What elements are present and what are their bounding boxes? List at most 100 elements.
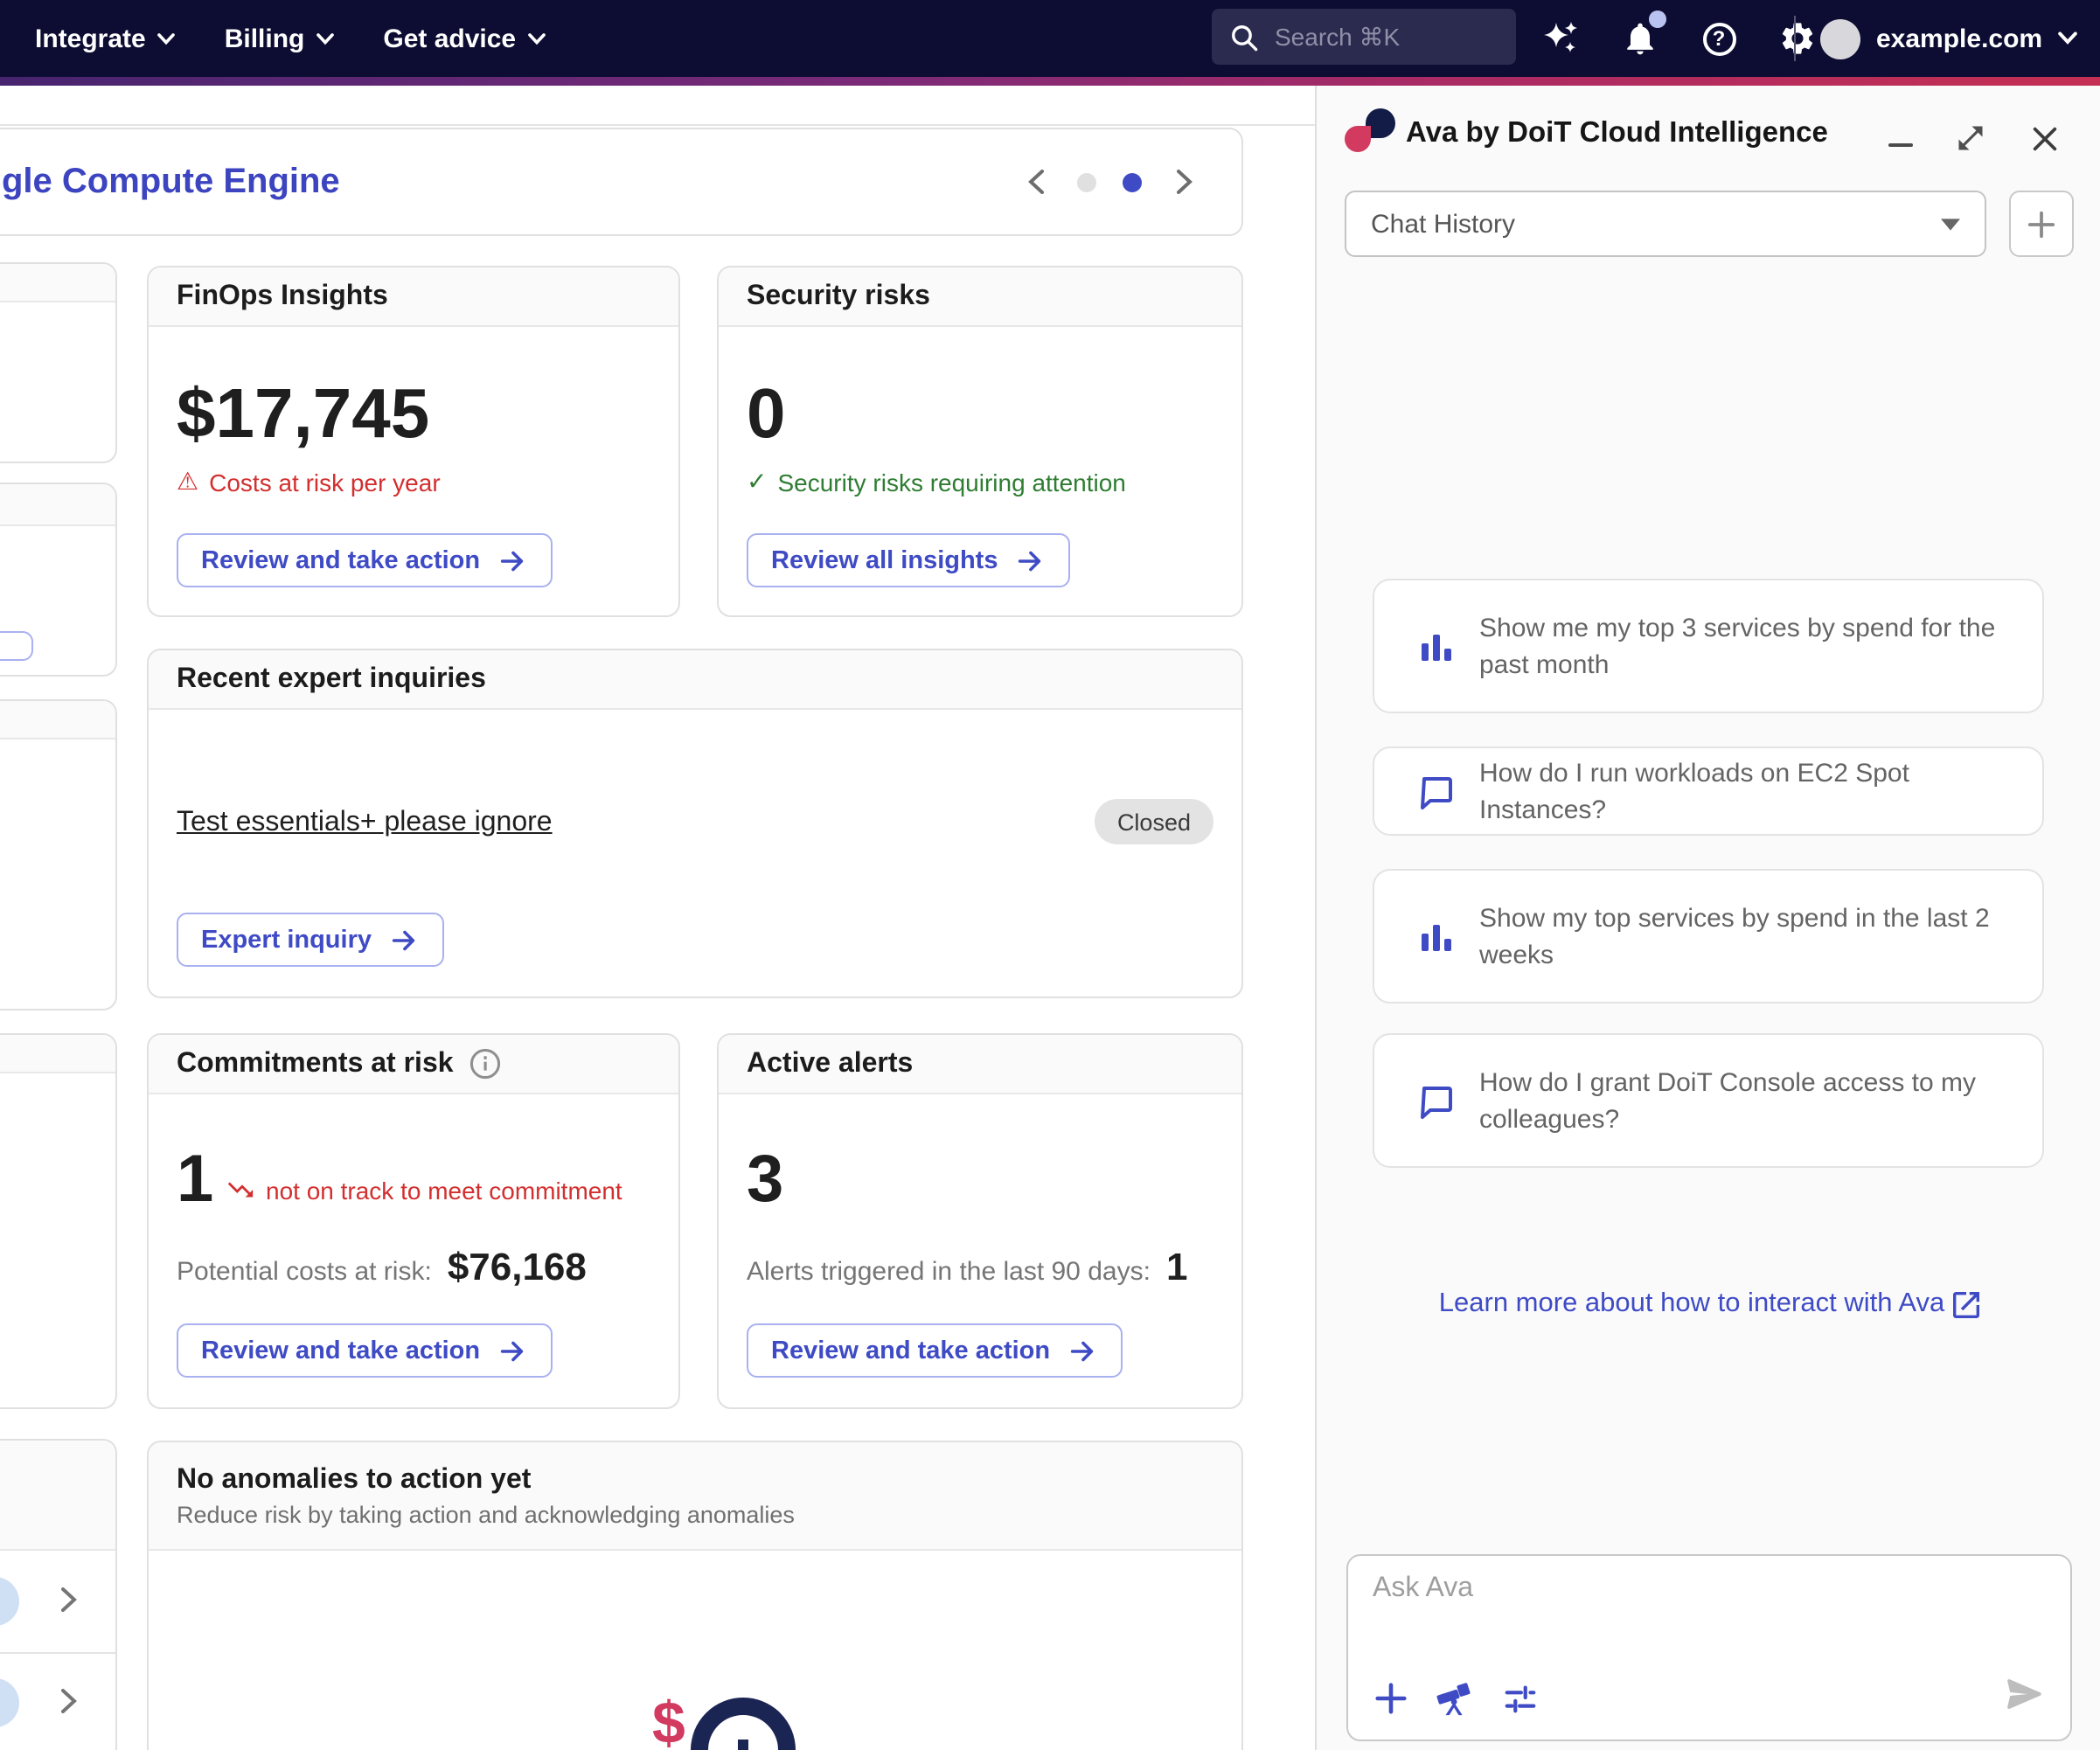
chevron-right-icon[interactable] xyxy=(61,1689,77,1722)
doit-logo-icon xyxy=(1345,126,1371,152)
check-icon: ✓ xyxy=(747,467,767,497)
alerts-value: 3 xyxy=(747,1147,783,1213)
carousel-dot[interactable] xyxy=(1077,172,1096,191)
list-item[interactable] xyxy=(0,1652,115,1750)
account-label: example.com xyxy=(1876,24,2042,53)
question-glyph: ? xyxy=(1713,26,1726,51)
nav-icon-group: ? xyxy=(1539,0,1820,77)
doit-console: Integrate Billing Get advice xyxy=(0,0,2100,1750)
explore-button[interactable] xyxy=(1434,1677,1476,1719)
learn-more-link[interactable]: Learn more about how to interact with Av… xyxy=(1439,1288,1979,1320)
commitments-review-button[interactable]: Review and take action xyxy=(177,1323,552,1378)
security-review-button[interactable]: Review all insights xyxy=(747,533,1070,587)
potential-costs-value: $76,168 xyxy=(448,1245,587,1290)
list-item[interactable] xyxy=(0,1551,115,1652)
dollar-glyph: $ xyxy=(652,1691,685,1750)
carousel-controls xyxy=(1019,129,1200,234)
gear-icon xyxy=(1778,19,1817,58)
suggestion-card[interactable]: Show my top services by spend in the las… xyxy=(1373,869,2044,1003)
carousel-dot-active[interactable] xyxy=(1123,172,1142,191)
close-button[interactable] xyxy=(2023,117,2065,159)
bar-chart-icon xyxy=(1416,627,1455,665)
nav-item-integrate[interactable]: Integrate xyxy=(35,24,176,53)
notifications-button[interactable] xyxy=(1617,16,1663,61)
carousel-next-button[interactable] xyxy=(1168,161,1200,203)
suggestion-card[interactable]: How do I grant DoiT Console access to my… xyxy=(1373,1033,2044,1168)
help-button[interactable]: ? xyxy=(1696,16,1742,61)
active-alerts-card: Active alerts 3 Alerts triggered in the … xyxy=(717,1033,1243,1409)
sparkles-icon xyxy=(1540,17,1582,59)
status-badge: Closed xyxy=(1095,799,1213,844)
suggestion-text: Show me my top 3 services by spend for t… xyxy=(1479,609,2011,683)
anomalies-title: No anomalies to action yet xyxy=(177,1464,531,1496)
nav-item-get-advice[interactable]: Get advice xyxy=(383,24,546,53)
inquiry-link[interactable]: Test essentials+ please ignore xyxy=(177,808,553,839)
search-icon xyxy=(1229,22,1259,52)
account-button[interactable]: example.com xyxy=(1820,0,2077,77)
alerts-review-button[interactable]: Review and take action xyxy=(747,1323,1122,1378)
suggestion-text: How do I run workloads on EC2 Spot Insta… xyxy=(1479,754,2011,828)
page-header-divider xyxy=(0,124,1315,126)
search-input[interactable] xyxy=(1275,23,1488,51)
nav-item-label: Get advice xyxy=(383,24,516,53)
settings-button[interactable] xyxy=(1775,16,1820,61)
chat-history-select[interactable]: Chat History xyxy=(1345,191,1986,257)
commitments-card: Commitments at risk 1 not on track to me… xyxy=(147,1033,680,1409)
suggestion-card[interactable]: How do I run workloads on EC2 Spot Insta… xyxy=(1373,747,2044,836)
minimize-button[interactable] xyxy=(1880,117,1922,159)
card-title-row: Commitments at risk xyxy=(149,1035,678,1094)
cutoff-card-header xyxy=(0,1035,115,1073)
potential-costs-row: Potential costs at risk: $76,168 xyxy=(177,1245,587,1290)
chevron-right-icon[interactable] xyxy=(61,1587,77,1621)
chat-bubble-icon xyxy=(1416,772,1455,810)
alerts-count-value: 1 xyxy=(1166,1245,1188,1290)
cutoff-card-1 xyxy=(0,262,117,463)
close-icon xyxy=(2029,123,2059,153)
chat-bubble-icon xyxy=(1416,1081,1455,1120)
learn-more-row: Learn more about how to interact with Av… xyxy=(1317,1288,2100,1320)
page-title-link[interactable]: gle Compute Engine xyxy=(2,129,340,234)
finops-review-button[interactable]: Review and take action xyxy=(177,533,552,587)
section-heading-card: gle Compute Engine xyxy=(0,128,1243,236)
card-title: Active alerts xyxy=(719,1035,1241,1094)
telescope-icon xyxy=(1435,1677,1475,1718)
info-icon[interactable] xyxy=(469,1047,503,1080)
cutoff-button[interactable] xyxy=(0,631,33,661)
ai-sparkles-button[interactable] xyxy=(1539,16,1584,61)
commitments-value: 1 xyxy=(177,1147,213,1213)
send-button[interactable] xyxy=(2004,1673,2046,1715)
nav-item-billing[interactable]: Billing xyxy=(225,24,335,53)
finops-caption: ⚠ Costs at risk per year xyxy=(177,467,441,497)
suggestion-card[interactable]: Show me my top 3 services by spend for t… xyxy=(1373,579,2044,713)
finops-value: $17,745 xyxy=(177,379,429,449)
anomalies-card: No anomalies to action yet Reduce risk b… xyxy=(147,1441,1243,1750)
trend-down-icon xyxy=(226,1175,255,1205)
ava-panel: Ava by DoiT Cloud Intelligence Chat Hist… xyxy=(1315,86,2100,1750)
notification-badge xyxy=(1649,10,1666,28)
security-caption: ✓ Security risks requiring attention xyxy=(747,467,1126,497)
attach-plus-button[interactable] xyxy=(1369,1677,1411,1719)
ask-ava-input[interactable] xyxy=(1373,1573,2046,1605)
expert-inquiry-button[interactable]: Expert inquiry xyxy=(177,913,443,967)
suggestion-text: Show my top services by spend in the las… xyxy=(1479,899,2011,973)
carousel-prev-button[interactable] xyxy=(1019,161,1051,203)
ava-panel-title: Ava by DoiT Cloud Intelligence xyxy=(1406,117,1828,150)
search-box[interactable] xyxy=(1212,9,1516,65)
security-risks-card: Security risks 0 ✓ Security risks requir… xyxy=(717,266,1243,617)
cutoff-card-header xyxy=(0,264,115,302)
new-chat-button[interactable] xyxy=(2009,191,2074,257)
anomalies-subtitle: Reduce risk by taking action and acknowl… xyxy=(177,1501,795,1527)
suggestion-text: How do I grant DoiT Console access to my… xyxy=(1479,1064,2011,1137)
card-title: FinOps Insights xyxy=(149,267,678,327)
expert-inquiries-card: Recent expert inquiries Test essentials+… xyxy=(147,649,1243,998)
security-value: 0 xyxy=(747,379,786,449)
card-title: Security risks xyxy=(719,267,1241,327)
tune-sliders-icon xyxy=(1501,1679,1538,1716)
bar-chart-icon xyxy=(1416,917,1455,955)
expand-button[interactable] xyxy=(1950,117,1992,159)
chevron-down-icon xyxy=(2058,31,2077,45)
alerts-count-row: Alerts triggered in the last 90 days: 1 xyxy=(747,1245,1187,1290)
options-button[interactable] xyxy=(1499,1677,1540,1719)
arrow-right-icon xyxy=(496,1335,527,1366)
ask-ava-tools xyxy=(1369,1677,1540,1719)
